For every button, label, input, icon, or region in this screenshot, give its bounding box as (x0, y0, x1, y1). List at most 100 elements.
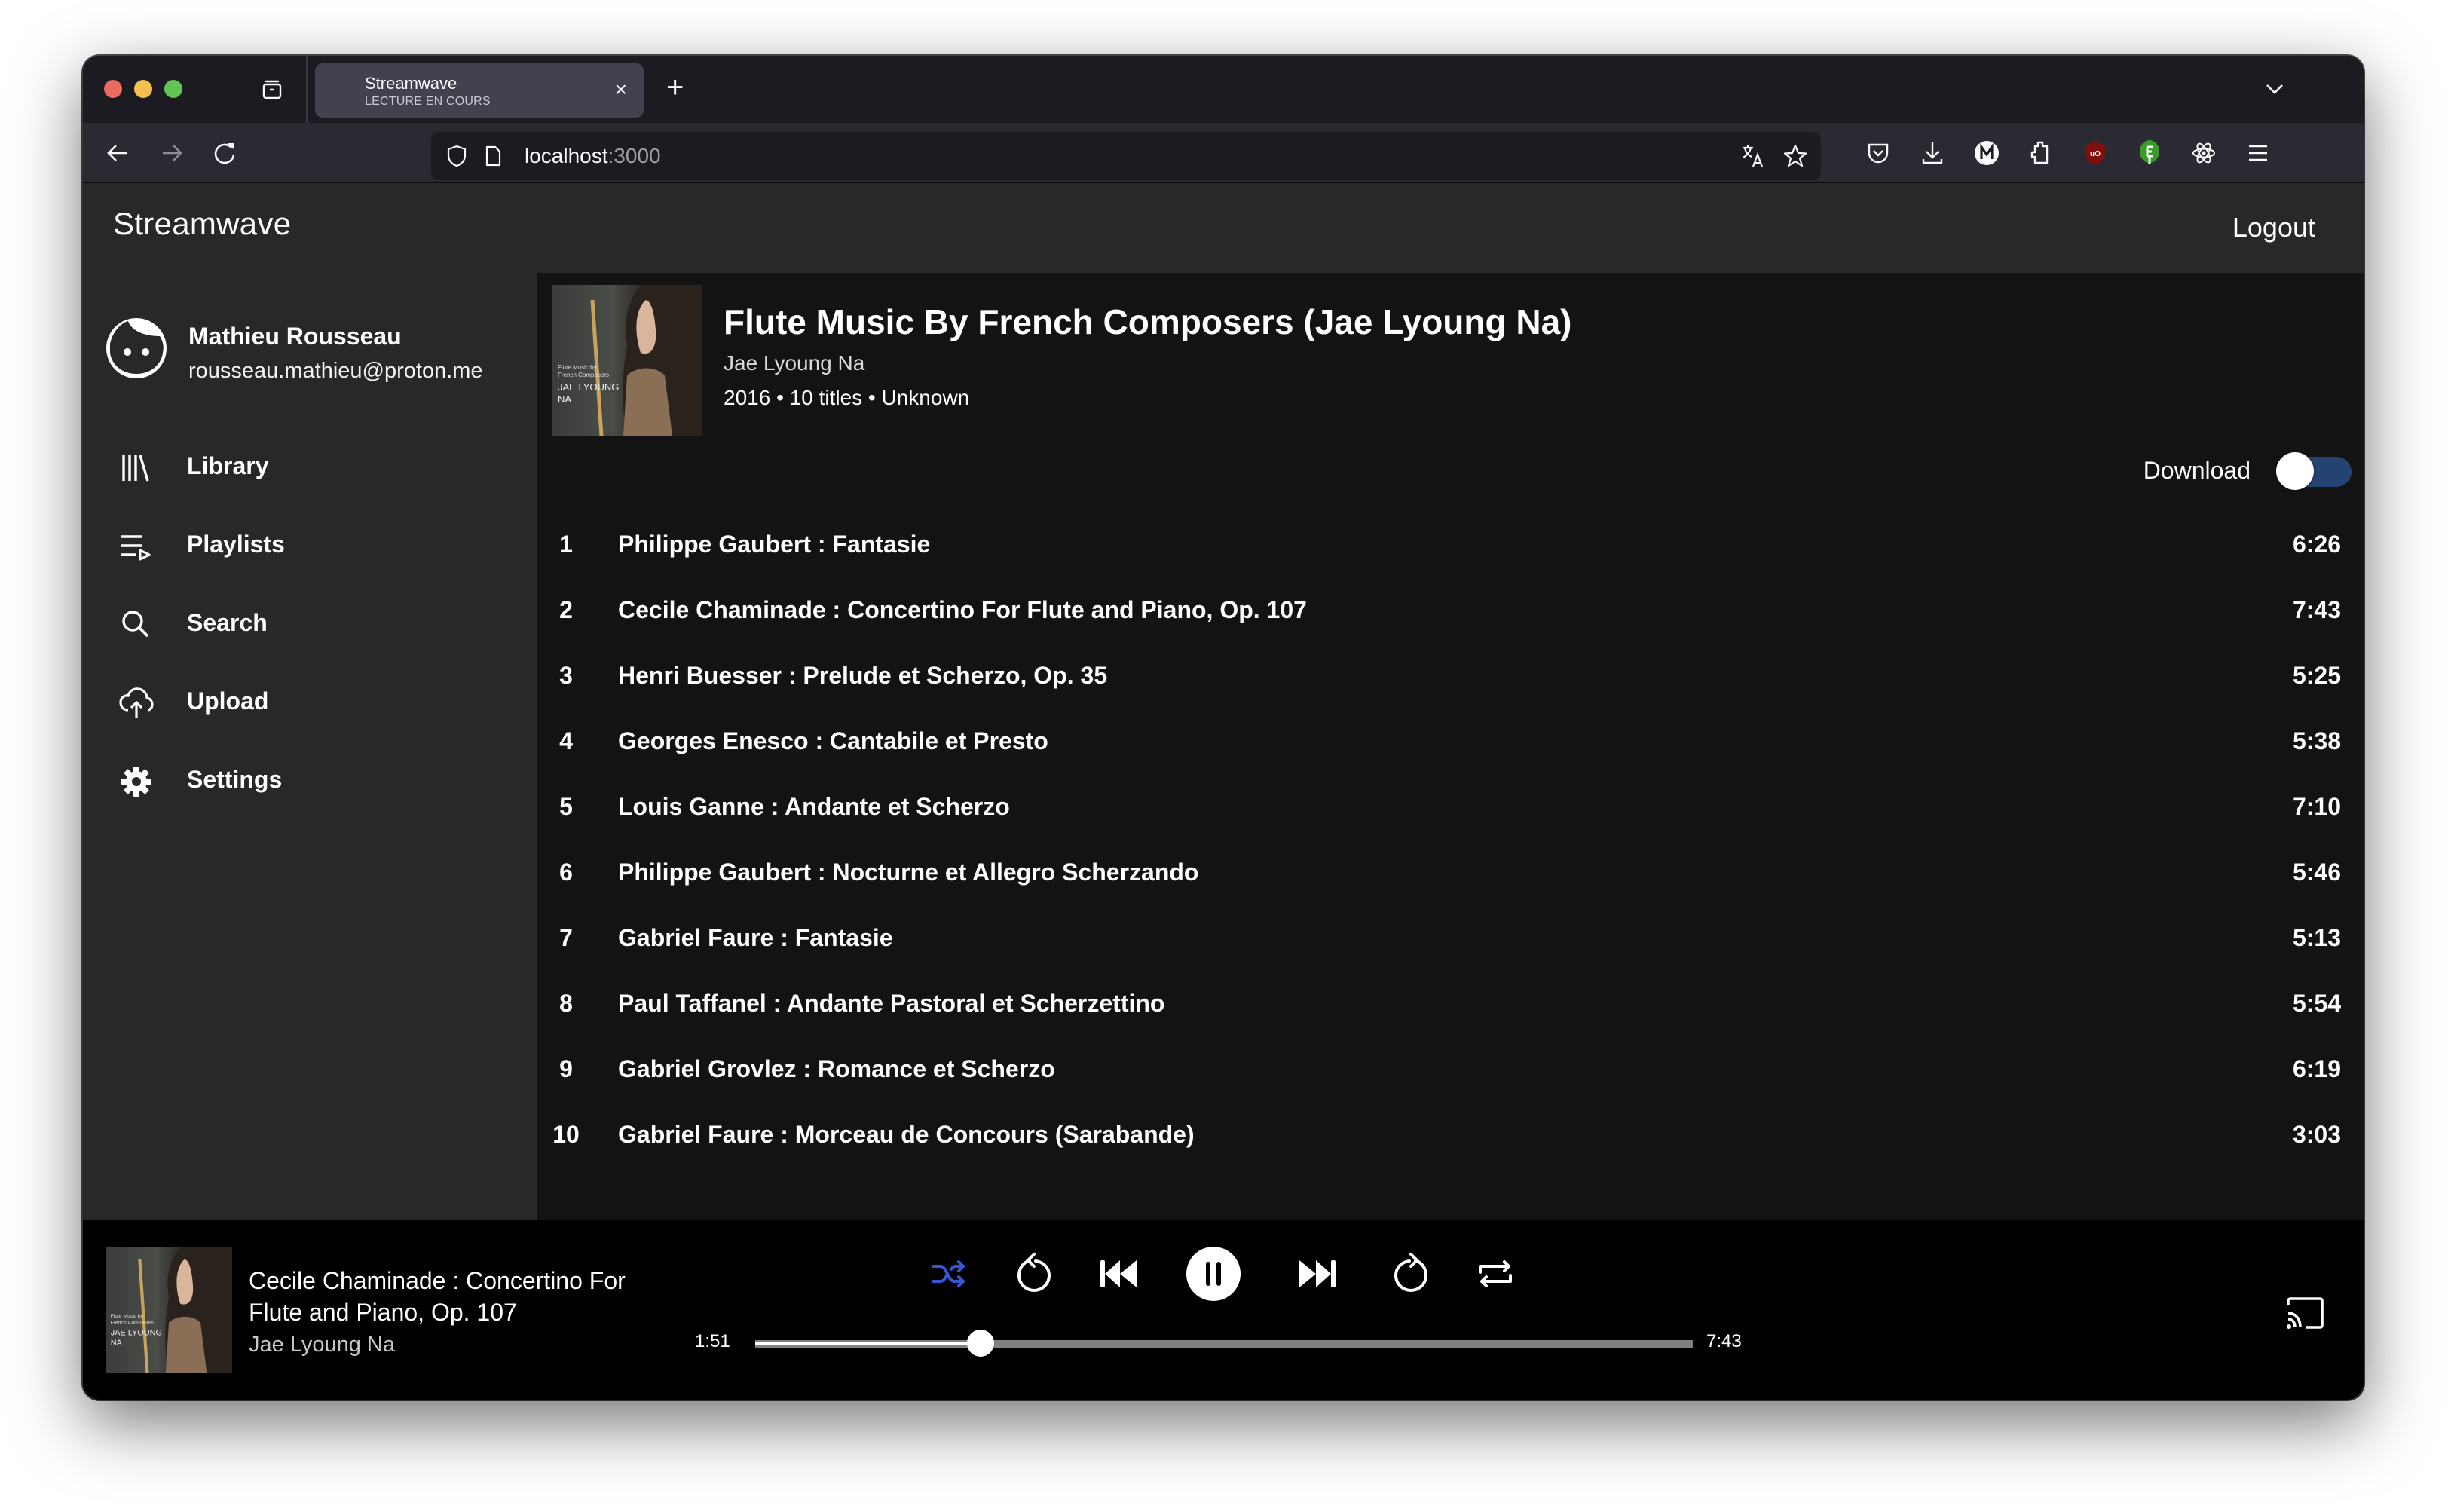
download-icon[interactable] (1917, 138, 1948, 168)
next-track-icon[interactable] (1293, 1250, 1342, 1298)
cover-text-line1: Flute Music by (111, 1314, 144, 1319)
sidebar: Mathieu Rousseau rousseau.mathieu@proton… (83, 273, 537, 1220)
sidebar-item-search[interactable]: Search (119, 598, 511, 651)
gear-icon (121, 767, 151, 797)
extensions-puzzle-icon[interactable] (2026, 138, 2056, 168)
browser-window: Streamwave LECTURE EN COURS × + localhos… (83, 56, 2364, 1400)
cover-text-line4: NA (558, 393, 571, 405)
track-duration: 5:46 (2292, 859, 2341, 886)
menu-icon[interactable] (2243, 138, 2273, 168)
sidebar-item-settings[interactable]: Settings (119, 755, 511, 808)
tab-bar: Streamwave LECTURE EN COURS × + (83, 56, 2364, 123)
album-title: Flute Music By French Composers (Jae Lyo… (724, 302, 1572, 341)
track-row[interactable]: 7 Gabriel Faure : Fantasie 5:13 (537, 906, 2364, 974)
page-icon[interactable] (481, 144, 505, 168)
cover-text-line1: Flute Music by (558, 364, 597, 371)
maximize-window-button[interactable] (164, 80, 182, 98)
album-cover: Flute Music by French Composers JAE LYOU… (552, 285, 702, 436)
album-view: Flute Music by French Composers JAE LYOU… (537, 273, 2364, 1220)
m-extension-icon[interactable] (1972, 138, 2002, 168)
track-number: 1 (559, 531, 573, 558)
track-duration: 5:13 (2292, 924, 2341, 951)
reload-icon[interactable] (210, 138, 240, 168)
user-email: rousseau.mathieu@proton.me (188, 359, 483, 383)
back-arrow-icon[interactable] (103, 138, 133, 168)
forward-arrow-icon[interactable] (157, 138, 187, 168)
track-row[interactable]: 3 Henri Buesser : Prelude et Scherzo, Op.… (537, 644, 2364, 712)
seek-fill (755, 1342, 981, 1345)
track-title: Cecile Chaminade : Concertino For Flute … (618, 596, 1307, 623)
firefox-view-icon[interactable] (261, 78, 283, 101)
pause-button[interactable] (1185, 1245, 1242, 1302)
now-playing-cover: Flute Music by French Composers JAE LYOU… (106, 1247, 232, 1373)
minimize-window-button[interactable] (134, 80, 152, 98)
track-row[interactable]: 9 Gabriel Grovlez : Romance et Scherzo 6:1… (537, 1037, 2364, 1105)
green-extension-icon[interactable] (2134, 138, 2165, 168)
track-number: 2 (559, 596, 573, 623)
track-title: Gabriel Faure : Fantasie (618, 924, 893, 951)
cover-text-line3: JAE LYOUNG (558, 381, 619, 393)
album-artist[interactable]: Jae Lyoung Na (724, 351, 864, 375)
sidebar-item-playlists[interactable]: Playlists (119, 520, 511, 573)
sidebar-item-label: Playlists (187, 531, 285, 558)
url-text[interactable]: localhost:3000 (525, 144, 661, 168)
track-number: 7 (559, 924, 573, 951)
translate-icon[interactable] (1740, 142, 1767, 170)
track-duration: 5:25 (2292, 662, 2341, 689)
shuffle-icon[interactable] (926, 1250, 974, 1298)
app-brand[interactable]: Streamwave (113, 206, 291, 242)
track-number: 6 (559, 859, 573, 886)
track-number: 3 (559, 662, 573, 689)
track-row[interactable]: 10 Gabriel Faure : Morceau de Concours (S… (537, 1103, 2364, 1171)
previous-track-icon[interactable] (1094, 1250, 1143, 1298)
tab-subtitle: LECTURE EN COURS (365, 95, 491, 108)
download-label: Download (2143, 457, 2251, 484)
track-title: Philippe Gaubert : Fantasie (618, 531, 931, 558)
repeat-icon[interactable] (1471, 1250, 1519, 1298)
track-row[interactable]: 8 Paul Taffanel : Andante Pastoral et Sch… (537, 972, 2364, 1039)
react-devtools-icon[interactable] (2189, 138, 2219, 168)
tab-title: Streamwave (365, 74, 457, 93)
ublock-icon[interactable]: uO (2080, 138, 2110, 168)
sidebar-item-label: Library (187, 452, 269, 479)
seek-slider[interactable] (755, 1330, 1693, 1357)
track-duration: 3:03 (2292, 1121, 2341, 1148)
cover-text-line2: French Composers (558, 372, 609, 378)
cast-icon[interactable] (2284, 1295, 2326, 1331)
library-icon (122, 455, 149, 482)
url-port: :3000 (607, 144, 661, 167)
close-window-button[interactable] (104, 80, 122, 98)
pocket-icon[interactable] (1863, 138, 1893, 168)
sidebar-item-upload[interactable]: Upload (119, 677, 511, 730)
chevron-down-icon[interactable] (2264, 78, 2285, 99)
seek-thumb[interactable] (966, 1330, 994, 1357)
user-name: Mathieu Rousseau (188, 323, 402, 350)
track-title: Paul Taffanel : Andante Pastoral et Sche… (618, 990, 1165, 1017)
track-title: Philippe Gaubert : Nocturne et Allegro S… (618, 859, 1199, 886)
download-toggle[interactable] (2276, 452, 2352, 490)
track-row[interactable]: 1 Philippe Gaubert : Fantasie 6:26 (537, 513, 2364, 580)
fast-forward-icon[interactable] (1387, 1250, 1435, 1298)
track-row[interactable]: 4 Georges Enesco : Cantabile et Presto 5:3… (537, 709, 2364, 777)
track-title: Louis Ganne : Andante et Scherzo (618, 793, 1010, 820)
new-tab-button[interactable]: + (666, 71, 684, 104)
track-title: Gabriel Faure : Morceau de Concours (Sar… (618, 1121, 1195, 1148)
sidebar-item-label: Upload (187, 687, 269, 715)
search-icon (122, 611, 149, 638)
track-duration: 5:54 (2292, 990, 2341, 1017)
track-duration: 7:43 (2292, 596, 2341, 623)
track-duration: 6:26 (2292, 531, 2341, 558)
rewind-icon[interactable] (1010, 1250, 1058, 1298)
address-bar[interactable]: localhost:3000 (431, 132, 1821, 180)
track-row[interactable]: 2 Cecile Chaminade : Concertino For Flute… (537, 578, 2364, 646)
logout-button[interactable]: Logout (2232, 212, 2315, 243)
tab-streamwave[interactable]: Streamwave LECTURE EN COURS × (315, 63, 644, 118)
sidebar-item-library[interactable]: Library (119, 442, 511, 494)
bookmark-star-icon[interactable] (1782, 142, 1809, 170)
shield-icon[interactable] (445, 144, 469, 168)
avatar-face-icon (106, 318, 167, 378)
track-row[interactable]: 6 Philippe Gaubert : Nocturne et Allegro … (537, 840, 2364, 908)
track-row[interactable]: 5 Louis Ganne : Andante et Scherzo 7:10 (537, 775, 2364, 843)
now-playing-cover-art: Flute Music by French Composers JAE LYOU… (111, 1247, 232, 1373)
tab-close-icon[interactable]: × (615, 78, 627, 101)
